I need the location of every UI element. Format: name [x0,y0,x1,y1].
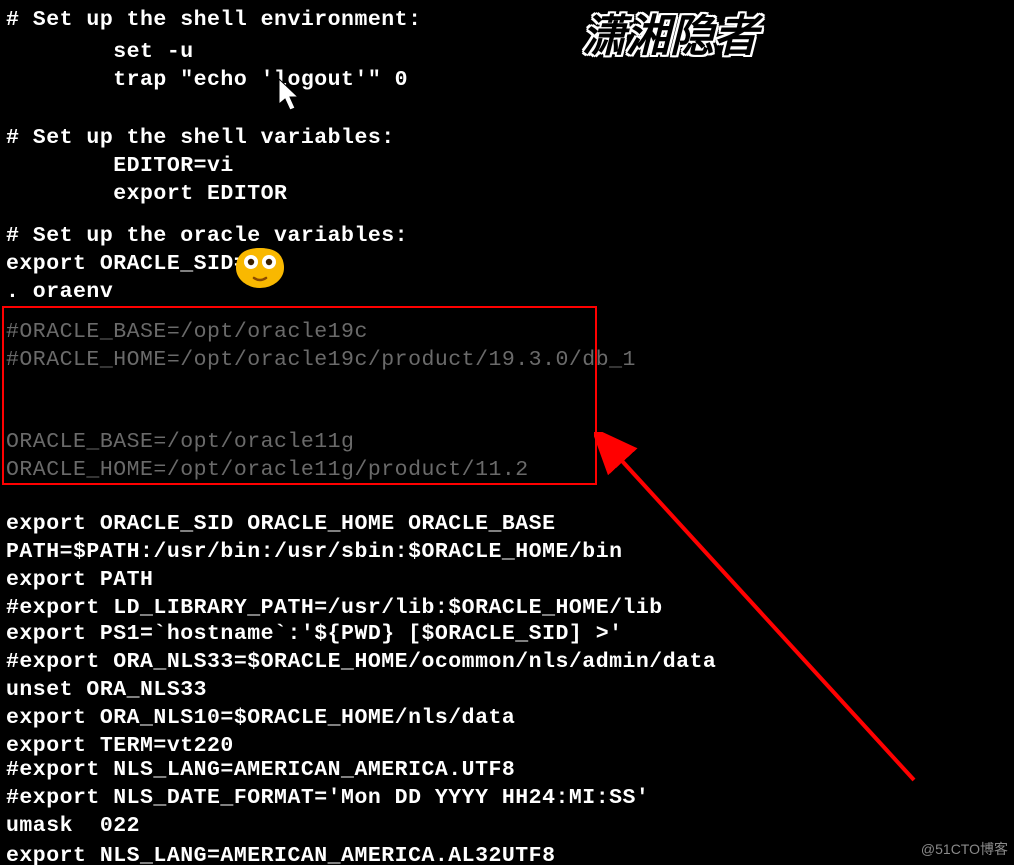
code-line: export PATH [6,568,153,592]
code-line: export EDITOR [6,182,287,206]
code-line: # Set up the shell environment: [6,8,421,32]
terminal-screenshot: # Set up the shell environment: set -u t… [0,0,1014,865]
code-line: export ORACLE_SID ORACLE_HOME ORACLE_BAS… [6,512,556,536]
code-line: #export LD_LIBRARY_PATH=/usr/lib:$ORACLE… [6,596,663,620]
code-line: trap "echo 'logout'" 0 [6,68,408,92]
code-line: export TERM=vt220 [6,734,234,758]
code-line: umask 022 [6,814,140,838]
code-line: PATH=$PATH:/usr/bin:/usr/sbin:$ORACLE_HO… [6,540,623,564]
code-line: . oraenv [6,280,113,304]
code-line: export PS1=`hostname`:'${PWD} [$ORACLE_S… [6,622,623,646]
code-line: # Set up the oracle variables: [6,224,408,248]
code-line-commented: #ORACLE_BASE=/opt/oracle19c [6,320,368,344]
site-watermark: @51CTO博客 [921,839,1008,859]
code-line: EDITOR=vi [6,154,234,178]
author-watermark: 潇湘隐者 [582,0,758,64]
code-line: #export NLS_DATE_FORMAT='Mon DD YYYY HH2… [6,786,649,810]
code-line-commented: ORACLE_BASE=/opt/oracle11g [6,430,354,454]
code-line: export ORA_NLS10=$ORACLE_HOME/nls/data [6,706,515,730]
code-line: #export ORA_NLS33=$ORACLE_HOME/ocommon/n… [6,650,716,674]
code-line-commented: ORACLE_HOME=/opt/oracle11g/product/11.2 [6,458,529,482]
code-line: export NLS_LANG=AMERICAN_AMERICA.AL32UTF… [6,844,556,865]
code-line: unset ORA_NLS33 [6,678,207,702]
code-line: set -u [6,40,194,64]
code-line: export ORACLE_SID= [6,252,247,276]
code-line: # Set up the shell variables: [6,126,395,150]
code-line: #export NLS_LANG=AMERICAN_AMERICA.UTF8 [6,758,515,782]
code-line-commented: #ORACLE_HOME=/opt/oracle19c/product/19.3… [6,348,636,372]
